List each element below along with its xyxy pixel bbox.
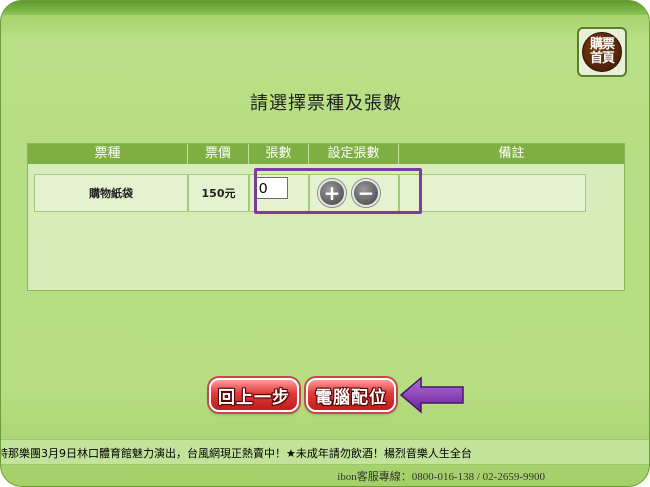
ticket-table: 票種 票價 張數 設定張數 備註 購物紙袋 150元 + − [27, 143, 625, 291]
service-hotline: ibon客服專線：0800-016-138 / 02-2659-9900 [337, 471, 545, 483]
quantity-stepper: + − [310, 175, 400, 211]
home-icon: 購票首頁 [582, 32, 622, 72]
header-quantity: 張數 [249, 144, 309, 164]
header-set-quantity: 設定張數 [309, 144, 399, 164]
table-header: 票種 票價 張數 設定張數 備註 [28, 144, 624, 164]
home-button[interactable]: 購票首頁 [577, 27, 627, 77]
header-note: 備註 [498, 146, 525, 161]
ticker-text: 詩那樂團3月9日林口體育館魅力演出，台風網現正熱賣中！★未成年請勿飲酒！楊烈音樂… [1, 447, 472, 460]
page-title: 請選擇票種及張數 [250, 93, 402, 114]
home-button-label: 購票首頁 [589, 37, 615, 66]
ticket-type-cell: 購物紙袋 [35, 175, 189, 211]
plus-button[interactable]: + [318, 179, 346, 207]
left-arrow-icon [399, 376, 464, 414]
minus-button[interactable]: − [352, 179, 380, 207]
header-ticket-type: 票種 [28, 144, 188, 164]
auto-seat-button[interactable]: 電腦配位 [306, 378, 396, 412]
top-bar [1, 1, 649, 15]
note-cell [400, 175, 585, 211]
quantity-cell [250, 175, 310, 211]
app-window: 購票首頁 請選擇票種及張數 票種 票價 張數 設定張數 備註 購物紙袋 150元… [0, 0, 650, 487]
minus-icon: − [357, 181, 375, 205]
quantity-input[interactable] [256, 177, 288, 199]
back-button[interactable]: 回上一步 [209, 378, 299, 412]
plus-icon: + [323, 181, 341, 205]
price-cell: 150元 [189, 175, 250, 211]
table-row: 購物紙袋 150元 + − [34, 174, 586, 212]
news-ticker: 詩那樂團3月9日林口體育館魅力演出，台風網現正熱賣中！★未成年請勿飲酒！楊烈音樂… [1, 439, 649, 465]
header-price: 票價 [188, 144, 249, 164]
